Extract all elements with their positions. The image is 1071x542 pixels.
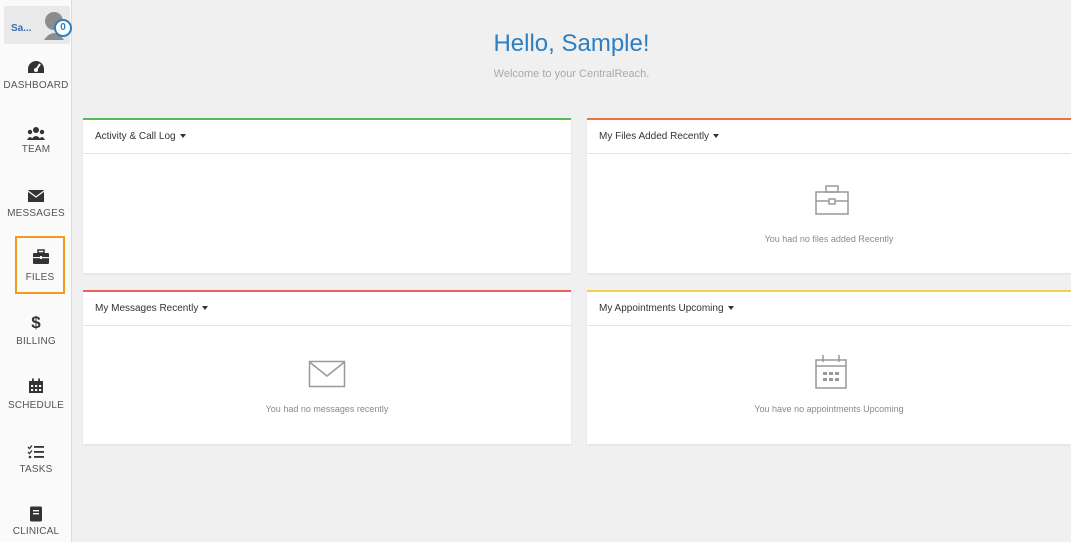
nav-label-clinical: CLINICAL	[12, 526, 60, 537]
appointments-empty-message: You have no appointments Upcoming	[754, 404, 904, 414]
nav-tasks[interactable]: TASKS	[0, 444, 72, 494]
briefcase-icon	[33, 249, 49, 264]
nav-files[interactable]: FILES	[15, 236, 65, 294]
page-subtitle: Welcome to your CentralReach.	[493, 68, 650, 80]
speedometer-icon	[28, 61, 44, 73]
page-title: Hello, Sample!	[493, 30, 650, 57]
nav-label-dashboard: DASHBOARD	[3, 80, 69, 91]
caret-down-icon	[202, 306, 209, 310]
checklist-icon	[27, 445, 44, 459]
messages-empty-message: You had no messages recently	[265, 404, 389, 414]
files-recent-panel: My Files Added Recently You had no files…	[587, 118, 1071, 273]
envelope-icon	[308, 360, 346, 388]
nav-messages[interactable]: MESSAGES	[0, 186, 72, 236]
team-icon	[27, 127, 45, 140]
user-menu[interactable]: Sa... 0	[4, 6, 72, 44]
nav-label-team: TEAM	[21, 144, 51, 155]
nav-label-schedule: SCHEDULE	[7, 400, 65, 411]
files-panel-title: My Files Added Recently	[599, 131, 710, 142]
nav-team[interactable]: TEAM	[0, 124, 72, 174]
calendar-icon	[815, 355, 847, 389]
caret-down-icon	[713, 134, 720, 138]
caret-down-icon	[179, 134, 186, 138]
notification-badge[interactable]: 0	[54, 19, 72, 37]
files-panel-header[interactable]: My Files Added Recently	[587, 120, 1071, 154]
messages-panel-header[interactable]: My Messages Recently	[83, 292, 571, 326]
appointments-upcoming-panel: My Appointments Upcoming You have no app…	[587, 290, 1071, 444]
messages-panel-title: My Messages Recently	[95, 303, 199, 314]
nav-label-tasks: TASKS	[19, 464, 53, 475]
dollar-icon: $	[31, 313, 41, 332]
nav-label-messages: MESSAGES	[7, 208, 65, 219]
activity-panel-header[interactable]: Activity & Call Log	[83, 120, 571, 154]
caret-down-icon	[727, 306, 734, 310]
appointments-panel-title: My Appointments Upcoming	[599, 303, 724, 314]
user-name: Sa...	[11, 23, 32, 34]
nav-schedule[interactable]: SCHEDULE	[0, 378, 72, 428]
appointments-panel-header[interactable]: My Appointments Upcoming	[587, 292, 1071, 326]
calendar-icon	[29, 378, 43, 393]
sidebar: Sa... 0 DASHBOARD TEAM MESSAGES FILES $ …	[0, 0, 72, 542]
nav-clinical[interactable]: CLINICAL	[0, 506, 72, 542]
nav-label-billing: BILLING	[16, 336, 56, 347]
nav-label-files: FILES	[25, 272, 55, 283]
envelope-icon	[27, 190, 45, 202]
files-empty-message: You had no files added Recently	[764, 234, 894, 244]
nav-billing[interactable]: $ BILLING	[0, 314, 72, 364]
nav-dashboard[interactable]: DASHBOARD	[0, 58, 72, 108]
activity-call-log-panel: Activity & Call Log	[83, 118, 571, 273]
activity-panel-title: Activity & Call Log	[95, 131, 176, 142]
messages-recent-panel: My Messages Recently You had no messages…	[83, 290, 571, 444]
briefcase-icon	[815, 185, 849, 215]
book-icon	[30, 506, 42, 522]
